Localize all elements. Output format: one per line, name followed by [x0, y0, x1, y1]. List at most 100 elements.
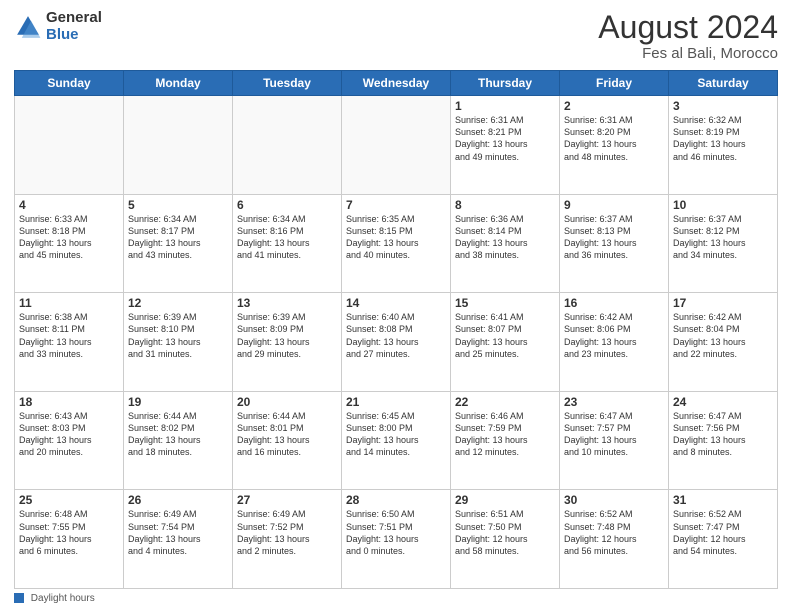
- day-number: 2: [564, 99, 664, 113]
- day-number: 31: [673, 493, 773, 507]
- day-info: Sunrise: 6:35 AM Sunset: 8:15 PM Dayligh…: [346, 213, 446, 262]
- day-info: Sunrise: 6:49 AM Sunset: 7:52 PM Dayligh…: [237, 508, 337, 557]
- day-number: 17: [673, 296, 773, 310]
- day-info: Sunrise: 6:44 AM Sunset: 8:01 PM Dayligh…: [237, 410, 337, 459]
- day-cell: 20Sunrise: 6:44 AM Sunset: 8:01 PM Dayli…: [233, 391, 342, 490]
- day-cell: 24Sunrise: 6:47 AM Sunset: 7:56 PM Dayli…: [669, 391, 778, 490]
- day-number: 6: [237, 198, 337, 212]
- day-cell: 26Sunrise: 6:49 AM Sunset: 7:54 PM Dayli…: [124, 490, 233, 589]
- day-info: Sunrise: 6:47 AM Sunset: 7:57 PM Dayligh…: [564, 410, 664, 459]
- day-number: 13: [237, 296, 337, 310]
- day-number: 29: [455, 493, 555, 507]
- day-header-monday: Monday: [124, 71, 233, 96]
- day-cell: [15, 96, 124, 195]
- day-cell: 2Sunrise: 6:31 AM Sunset: 8:20 PM Daylig…: [560, 96, 669, 195]
- day-cell: 29Sunrise: 6:51 AM Sunset: 7:50 PM Dayli…: [451, 490, 560, 589]
- day-cell: 27Sunrise: 6:49 AM Sunset: 7:52 PM Dayli…: [233, 490, 342, 589]
- day-number: 26: [128, 493, 228, 507]
- week-row-3: 18Sunrise: 6:43 AM Sunset: 8:03 PM Dayli…: [15, 391, 778, 490]
- day-cell: 31Sunrise: 6:52 AM Sunset: 7:47 PM Dayli…: [669, 490, 778, 589]
- location: Fes al Bali, Morocco: [598, 45, 778, 62]
- day-cell: 22Sunrise: 6:46 AM Sunset: 7:59 PM Dayli…: [451, 391, 560, 490]
- day-number: 7: [346, 198, 446, 212]
- day-info: Sunrise: 6:32 AM Sunset: 8:19 PM Dayligh…: [673, 114, 773, 163]
- legend-label: Daylight hours: [31, 593, 95, 604]
- day-header-thursday: Thursday: [451, 71, 560, 96]
- day-number: 28: [346, 493, 446, 507]
- day-header-wednesday: Wednesday: [342, 71, 451, 96]
- day-header-tuesday: Tuesday: [233, 71, 342, 96]
- day-header-sunday: Sunday: [15, 71, 124, 96]
- day-cell: [124, 96, 233, 195]
- logo-text: General Blue: [46, 10, 102, 43]
- day-info: Sunrise: 6:37 AM Sunset: 8:12 PM Dayligh…: [673, 213, 773, 262]
- day-info: Sunrise: 6:50 AM Sunset: 7:51 PM Dayligh…: [346, 508, 446, 557]
- logo-icon: [14, 13, 42, 41]
- day-cell: 7Sunrise: 6:35 AM Sunset: 8:15 PM Daylig…: [342, 194, 451, 293]
- day-cell: 25Sunrise: 6:48 AM Sunset: 7:55 PM Dayli…: [15, 490, 124, 589]
- day-cell: 17Sunrise: 6:42 AM Sunset: 8:04 PM Dayli…: [669, 293, 778, 392]
- day-info: Sunrise: 6:37 AM Sunset: 8:13 PM Dayligh…: [564, 213, 664, 262]
- day-info: Sunrise: 6:48 AM Sunset: 7:55 PM Dayligh…: [19, 508, 119, 557]
- day-info: Sunrise: 6:39 AM Sunset: 8:10 PM Dayligh…: [128, 311, 228, 360]
- day-number: 1: [455, 99, 555, 113]
- day-cell: 15Sunrise: 6:41 AM Sunset: 8:07 PM Dayli…: [451, 293, 560, 392]
- day-info: Sunrise: 6:46 AM Sunset: 7:59 PM Dayligh…: [455, 410, 555, 459]
- day-cell: 3Sunrise: 6:32 AM Sunset: 8:19 PM Daylig…: [669, 96, 778, 195]
- legend-dot: [14, 593, 24, 603]
- day-number: 12: [128, 296, 228, 310]
- day-cell: 6Sunrise: 6:34 AM Sunset: 8:16 PM Daylig…: [233, 194, 342, 293]
- day-number: 20: [237, 395, 337, 409]
- day-info: Sunrise: 6:33 AM Sunset: 8:18 PM Dayligh…: [19, 213, 119, 262]
- day-info: Sunrise: 6:44 AM Sunset: 8:02 PM Dayligh…: [128, 410, 228, 459]
- day-info: Sunrise: 6:49 AM Sunset: 7:54 PM Dayligh…: [128, 508, 228, 557]
- day-info: Sunrise: 6:31 AM Sunset: 8:20 PM Dayligh…: [564, 114, 664, 163]
- day-number: 30: [564, 493, 664, 507]
- day-number: 10: [673, 198, 773, 212]
- day-cell: 23Sunrise: 6:47 AM Sunset: 7:57 PM Dayli…: [560, 391, 669, 490]
- day-info: Sunrise: 6:42 AM Sunset: 8:06 PM Dayligh…: [564, 311, 664, 360]
- day-info: Sunrise: 6:43 AM Sunset: 8:03 PM Dayligh…: [19, 410, 119, 459]
- day-number: 21: [346, 395, 446, 409]
- day-number: 14: [346, 296, 446, 310]
- week-row-0: 1Sunrise: 6:31 AM Sunset: 8:21 PM Daylig…: [15, 96, 778, 195]
- day-number: 22: [455, 395, 555, 409]
- day-info: Sunrise: 6:39 AM Sunset: 8:09 PM Dayligh…: [237, 311, 337, 360]
- day-number: 23: [564, 395, 664, 409]
- day-cell: [342, 96, 451, 195]
- day-cell: [233, 96, 342, 195]
- week-row-2: 11Sunrise: 6:38 AM Sunset: 8:11 PM Dayli…: [15, 293, 778, 392]
- day-info: Sunrise: 6:31 AM Sunset: 8:21 PM Dayligh…: [455, 114, 555, 163]
- day-cell: 13Sunrise: 6:39 AM Sunset: 8:09 PM Dayli…: [233, 293, 342, 392]
- day-cell: 19Sunrise: 6:44 AM Sunset: 8:02 PM Dayli…: [124, 391, 233, 490]
- week-row-4: 25Sunrise: 6:48 AM Sunset: 7:55 PM Dayli…: [15, 490, 778, 589]
- calendar-table: SundayMondayTuesdayWednesdayThursdayFrid…: [14, 70, 778, 589]
- day-info: Sunrise: 6:42 AM Sunset: 8:04 PM Dayligh…: [673, 311, 773, 360]
- day-info: Sunrise: 6:41 AM Sunset: 8:07 PM Dayligh…: [455, 311, 555, 360]
- day-number: 4: [19, 198, 119, 212]
- day-cell: 21Sunrise: 6:45 AM Sunset: 8:00 PM Dayli…: [342, 391, 451, 490]
- logo-general: General: [46, 10, 102, 27]
- day-number: 9: [564, 198, 664, 212]
- day-cell: 30Sunrise: 6:52 AM Sunset: 7:48 PM Dayli…: [560, 490, 669, 589]
- day-info: Sunrise: 6:36 AM Sunset: 8:14 PM Dayligh…: [455, 213, 555, 262]
- day-number: 3: [673, 99, 773, 113]
- day-number: 8: [455, 198, 555, 212]
- day-cell: 1Sunrise: 6:31 AM Sunset: 8:21 PM Daylig…: [451, 96, 560, 195]
- logo: General Blue: [14, 10, 102, 43]
- day-number: 16: [564, 296, 664, 310]
- day-number: 15: [455, 296, 555, 310]
- day-info: Sunrise: 6:38 AM Sunset: 8:11 PM Dayligh…: [19, 311, 119, 360]
- day-number: 18: [19, 395, 119, 409]
- day-cell: 5Sunrise: 6:34 AM Sunset: 8:17 PM Daylig…: [124, 194, 233, 293]
- day-cell: 14Sunrise: 6:40 AM Sunset: 8:08 PM Dayli…: [342, 293, 451, 392]
- day-info: Sunrise: 6:34 AM Sunset: 8:17 PM Dayligh…: [128, 213, 228, 262]
- day-number: 24: [673, 395, 773, 409]
- logo-blue: Blue: [46, 27, 102, 44]
- day-cell: 18Sunrise: 6:43 AM Sunset: 8:03 PM Dayli…: [15, 391, 124, 490]
- day-cell: 8Sunrise: 6:36 AM Sunset: 8:14 PM Daylig…: [451, 194, 560, 293]
- day-cell: 9Sunrise: 6:37 AM Sunset: 8:13 PM Daylig…: [560, 194, 669, 293]
- header: General Blue August 2024 Fes al Bali, Mo…: [14, 10, 778, 62]
- day-number: 5: [128, 198, 228, 212]
- days-header-row: SundayMondayTuesdayWednesdayThursdayFrid…: [15, 71, 778, 96]
